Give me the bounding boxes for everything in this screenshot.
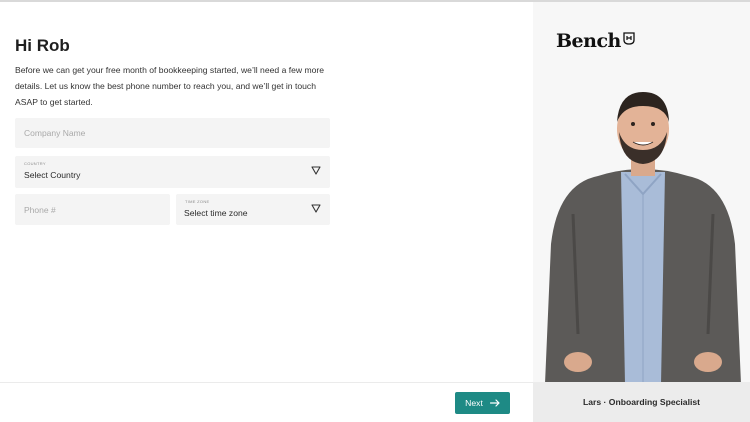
phone-field[interactable]	[15, 194, 170, 225]
chevron-down-icon	[311, 204, 321, 213]
page-title: Hi Rob	[15, 36, 70, 55]
next-button-label: Next	[465, 398, 483, 408]
next-button[interactable]: Next	[455, 392, 510, 414]
specialist-panel: Bench	[533, 2, 750, 382]
bench-logo: Bench	[556, 30, 635, 52]
form-footer: Next	[0, 382, 533, 422]
chevron-down-icon	[311, 166, 321, 175]
timezone-select[interactable]: TIME ZONE Select time zone	[176, 194, 330, 225]
bench-badge-icon	[623, 32, 635, 45]
phone-input[interactable]	[15, 194, 170, 225]
intro-text: Before we can get your free month of boo…	[15, 65, 325, 107]
timezone-label: TIME ZONE	[185, 199, 210, 204]
specialist-photo	[545, 92, 741, 382]
country-label: COUNTRY	[24, 161, 46, 166]
timezone-value: Select time zone	[184, 208, 248, 218]
company-name-input[interactable]	[15, 118, 330, 148]
company-name-field[interactable]	[15, 118, 330, 148]
country-select[interactable]: COUNTRY Select Country	[15, 156, 330, 188]
logo-text: Bench	[556, 30, 621, 52]
arrow-right-icon	[489, 399, 500, 407]
specialist-caption: Lars · Onboarding Specialist	[533, 382, 750, 422]
country-value: Select Country	[24, 170, 81, 180]
form-panel: Hi Rob Before we can get your free month…	[0, 2, 533, 382]
